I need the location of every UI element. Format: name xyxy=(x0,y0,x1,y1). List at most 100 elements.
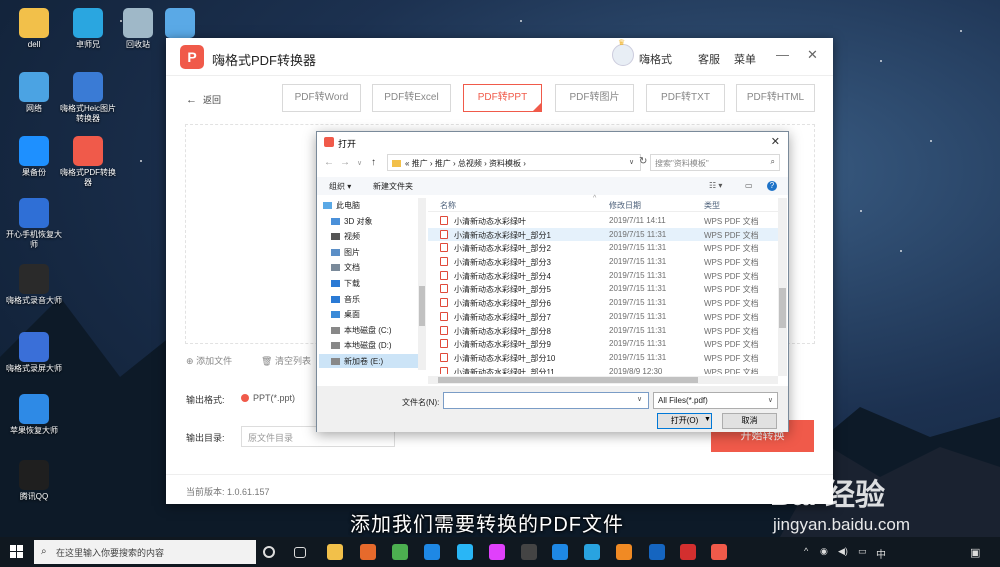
tree-item[interactable]: 新加卷 (E:) xyxy=(319,353,419,368)
minimize-icon[interactable]: — xyxy=(776,47,789,62)
tree-item[interactable]: 3D 对象 xyxy=(319,214,419,230)
new-folder-button[interactable]: 新建文件夹 xyxy=(373,181,413,192)
tree-item[interactable]: 文档 xyxy=(319,260,419,276)
tree-item[interactable]: 下载 xyxy=(319,276,419,292)
desktop-icon[interactable]: 苹果恢复大师 xyxy=(4,394,64,436)
tab-pdfhtml-5[interactable]: PDF转HTML xyxy=(736,84,815,112)
tab-pdfword-0[interactable]: PDF转Word xyxy=(282,84,361,112)
file-row[interactable]: 小清新动态水彩绿叶_部分2 2019/7/15 11:31 WPS PDF 文档 xyxy=(428,241,778,255)
file-row[interactable]: 小清新动态水彩绿叶_部分6 2019/7/15 11:31 WPS PDF 文档 xyxy=(428,296,778,310)
filename-input[interactable] xyxy=(443,392,649,409)
edge-icon[interactable] xyxy=(552,544,568,560)
feishu-icon[interactable] xyxy=(457,544,473,560)
tree-item[interactable]: 本地磁盘 (C:) xyxy=(319,323,419,339)
dialog-close-icon[interactable]: ✕ xyxy=(771,135,780,148)
user-name[interactable]: 嗨格式 xyxy=(639,51,672,67)
nav-history-icon[interactable]: ∨ xyxy=(357,159,362,167)
tree-item[interactable]: 音乐 xyxy=(319,292,419,308)
taskbar-search-box[interactable]: ⌕ 在这里输入你要搜索的内容 xyxy=(34,540,256,564)
desktop-icon[interactable]: 网络 xyxy=(4,72,64,114)
address-bar[interactable]: « 推广 › 推广 › 总视频 › 资料模板 › xyxy=(387,154,641,171)
desktop-icon[interactable]: 腾讯QQ xyxy=(4,460,64,502)
nav-forward-icon[interactable]: → xyxy=(340,157,350,168)
close-icon[interactable]: ✕ xyxy=(807,47,818,63)
desktop-icon[interactable]: 嗨格式Heic图片转换器 xyxy=(58,72,118,124)
column-date[interactable]: 修改日期 xyxy=(609,200,641,211)
pdf-converter-taskbar-icon[interactable] xyxy=(711,544,727,560)
file-row[interactable]: 小清新动态水彩绿叶_部分10 2019/7/15 11:31 WPS PDF 文档 xyxy=(428,351,778,365)
output-format-option[interactable]: PPT(*.ppt) xyxy=(241,393,295,403)
file-list-scrollbar[interactable] xyxy=(778,198,787,376)
back-button[interactable]: ← 返回 xyxy=(186,93,221,106)
ie-icon[interactable] xyxy=(584,544,600,560)
colorful-app-icon[interactable] xyxy=(489,544,505,560)
file-list-hscrollbar[interactable] xyxy=(428,376,778,384)
battery-icon[interactable]: ▭ xyxy=(858,546,867,557)
nav-up-icon[interactable]: ↑ xyxy=(371,157,376,168)
file-scroll-thumb[interactable] xyxy=(779,288,786,328)
firefox-icon[interactable] xyxy=(360,544,376,560)
hscroll-thumb[interactable] xyxy=(438,377,698,383)
desktop-icon[interactable]: 嗨格式PDF转换器 xyxy=(58,136,118,188)
open-split-arrow-icon[interactable]: ▼ xyxy=(704,416,711,423)
preview-pane-icon[interactable]: ▭ xyxy=(745,181,753,190)
desktop-icon[interactable]: 嗨格式录屏大师 xyxy=(4,332,64,374)
nav-back-icon[interactable]: ← xyxy=(324,157,334,168)
file-row[interactable]: 小清新动态水彩绿叶_部分1 2019/7/15 11:31 WPS PDF 文档 xyxy=(428,227,778,242)
orange-app-icon[interactable] xyxy=(616,544,632,560)
wps-icon[interactable] xyxy=(649,544,665,560)
organize-button[interactable]: 组织 ▾ xyxy=(329,181,351,192)
cortana-icon[interactable] xyxy=(263,546,275,558)
tab-pdftxt-4[interactable]: PDF转TXT xyxy=(646,84,725,112)
tab-pdfexcel-1[interactable]: PDF转Excel xyxy=(372,84,451,112)
user-avatar[interactable] xyxy=(612,44,634,66)
search-input[interactable]: 搜索"资料模板" ⌕ xyxy=(650,154,780,171)
tree-item[interactable]: 视频 xyxy=(319,229,419,245)
file-row[interactable]: 小清新动态水彩绿叶_部分4 2019/7/15 11:31 WPS PDF 文档 xyxy=(428,269,778,283)
filename-dropdown-icon[interactable]: ∨ xyxy=(637,395,642,403)
file-row[interactable]: 小清新动态水彩绿叶_部分3 2019/7/15 11:31 WPS PDF 文档 xyxy=(428,255,778,269)
add-file-button[interactable]: ⊕ 添加文件 xyxy=(186,354,232,367)
file-row[interactable]: 小清新动态水彩绿叶_部分7 2019/7/15 11:31 WPS PDF 文档 xyxy=(428,310,778,324)
file-row[interactable]: 小清新动态水彩绿叶 2019/7/11 14:11 WPS PDF 文档 xyxy=(428,214,778,228)
desktop-icon[interactable]: 果备份 xyxy=(4,136,64,178)
cancel-button[interactable]: 取消 xyxy=(722,413,777,429)
column-name[interactable]: 名称 xyxy=(440,200,456,211)
tree-scroll-thumb[interactable] xyxy=(419,286,425,326)
column-type[interactable]: 类型 xyxy=(704,200,720,211)
view-options-icon[interactable]: ☷ ▾ xyxy=(709,181,722,190)
wifi-icon[interactable]: ◉ xyxy=(820,546,828,557)
tab-pdfppt-2[interactable]: PDF转PPT xyxy=(463,84,542,112)
help-icon[interactable]: ? xyxy=(767,181,777,191)
tree-item[interactable]: 本地磁盘 (D:) xyxy=(319,338,419,354)
filetype-select[interactable]: All Files(*.pdf) ∨ xyxy=(653,392,778,409)
chrome-icon[interactable] xyxy=(392,544,408,560)
media-app-icon[interactable] xyxy=(521,544,537,560)
support-link[interactable]: 客服 xyxy=(698,51,720,67)
pdf-reader-icon[interactable] xyxy=(680,544,696,560)
tree-scrollbar[interactable] xyxy=(418,198,426,370)
refresh-icon[interactable]: ↻ xyxy=(639,156,647,167)
tree-item[interactable]: 图片 xyxy=(319,245,419,261)
tab-pdf-3[interactable]: PDF转图片 xyxy=(555,84,634,112)
address-dropdown-icon[interactable]: ∨ xyxy=(629,158,634,166)
browser-icon[interactable] xyxy=(424,544,440,560)
desktop-icon[interactable]: dell xyxy=(4,8,64,50)
tray-expand-icon[interactable]: ^ xyxy=(804,546,808,556)
tree-item[interactable]: 此电脑 xyxy=(319,198,419,214)
ime-indicator[interactable]: 中 xyxy=(876,546,886,561)
file-row[interactable]: 小清新动态水彩绿叶_部分11 2019/8/9 12:30 WPS PDF 文档 xyxy=(428,365,778,374)
notification-icon[interactable]: ▣ xyxy=(970,546,980,559)
windows-start-icon[interactable] xyxy=(10,545,24,559)
tree-item[interactable]: 桌面 xyxy=(319,307,419,323)
file-row[interactable]: 小清新动态水彩绿叶_部分5 2019/7/15 11:31 WPS PDF 文档 xyxy=(428,282,778,296)
file-row[interactable]: 小清新动态水彩绿叶_部分9 2019/7/15 11:31 WPS PDF 文档 xyxy=(428,337,778,351)
file-row[interactable]: 小清新动态水彩绿叶_部分8 2019/7/15 11:31 WPS PDF 文档 xyxy=(428,324,778,338)
desktop-icon[interactable]: 开心手机恢复大师 xyxy=(4,198,64,250)
task-view-icon[interactable] xyxy=(294,547,306,558)
menu-link[interactable]: 菜单 xyxy=(734,51,756,67)
volume-icon[interactable]: ◀) xyxy=(838,546,848,557)
clear-list-button[interactable]: 🗑 清空列表 xyxy=(261,354,311,367)
file-explorer-icon[interactable] xyxy=(327,544,343,560)
desktop-icon[interactable]: 嗨格式录音大师 xyxy=(4,264,64,306)
